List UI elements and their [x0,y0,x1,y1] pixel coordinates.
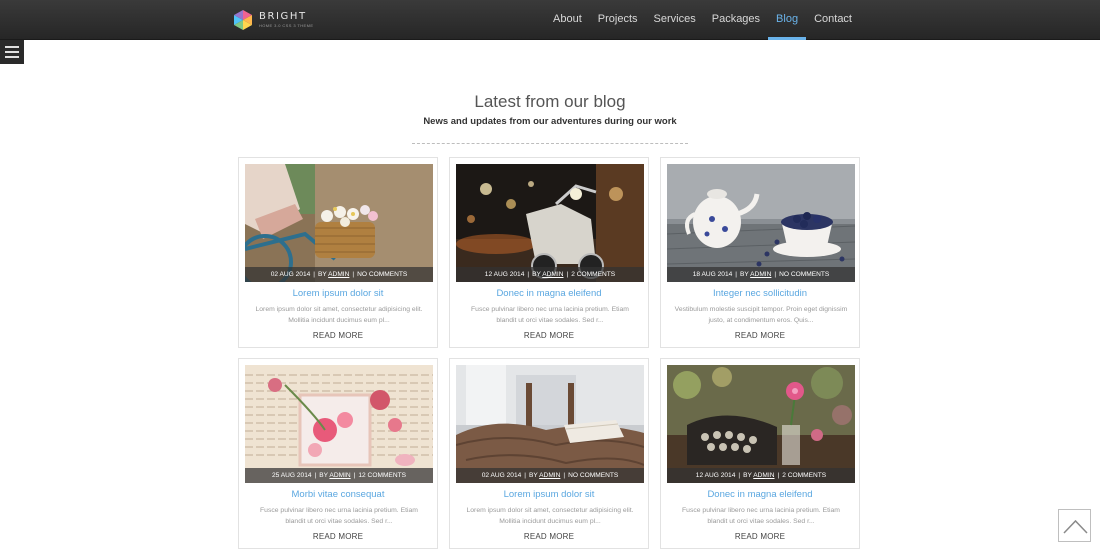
hamburger-icon[interactable] [0,40,24,64]
nav-item-projects[interactable]: Projects [590,0,646,40]
brand-logo[interactable]: BRIGHT HOME 3.0 CSS 3 THEME [232,9,313,31]
post-by: BY [740,271,749,278]
post-meta: 12 AUG 2014 | BY ADMIN | 2 COMMENTS [667,468,855,483]
hamburger-line [5,56,19,58]
post-comments[interactable]: 2 COMMENTS [782,472,826,479]
post-meta: 02 AUG 2014 | BY ADMIN | NO COMMENTS [245,267,433,282]
blog-card: 12 AUG 2014 | BY ADMIN | 2 COMMENTS Donec in… [660,358,860,549]
post-image-scooter-night-street[interactable]: 12 AUG 2014 | BY ADMIN | 2 COMMENTS [456,164,644,282]
post-title-link[interactable]: Morbi vitae consequat [239,489,437,500]
post-excerpt: Fusce pulvinar libero nec urna lacinia p… [682,507,840,525]
post-title-link[interactable]: Lorem ipsum dolor sit [450,489,648,500]
nav-item-services[interactable]: Services [646,0,704,40]
post-image-teapot-blueberries[interactable]: 18 AUG 2014 | BY ADMIN | NO COMMENTS [667,164,855,282]
post-comments[interactable]: NO COMMENTS [568,472,618,479]
post-by: BY [319,472,328,479]
post-excerpt: Lorem ipsum dolor sit amet, consectetur … [255,306,423,324]
post-comments[interactable]: 12 COMMENTS [358,472,406,479]
post-image-book-roses[interactable]: 25 AUG 2014 | BY ADMIN | 12 COMMENTS [245,365,433,483]
post-comments[interactable]: NO COMMENTS [779,271,829,278]
post-date: 02 AUG 2014 [481,472,522,479]
post-excerpt: Fusce pulvinar libero nec urna lacinia p… [260,507,418,525]
nav-item-packages[interactable]: Packages [704,0,768,40]
main-nav: About Projects Services Packages Blog Co… [545,0,860,40]
chevron-up-icon [1063,519,1088,534]
blog-card: 25 AUG 2014 | BY ADMIN | 12 COMMENTS Morbi v… [238,358,438,549]
post-title-link[interactable]: Integer nec sollicitudin [661,288,859,299]
post-comments[interactable]: NO COMMENTS [357,271,407,278]
post-by: BY [318,271,327,278]
post-date: 02 AUG 2014 [270,271,311,278]
post-image-bicycle-basket-flowers[interactable]: 02 AUG 2014 | BY ADMIN | NO COMMENTS [245,164,433,282]
blog-card: 02 AUG 2014 | BY ADMIN | NO COMMENTS Lorem i… [238,157,438,348]
brand-name: BRIGHT [259,11,307,22]
post-by: BY [529,472,538,479]
post-excerpt: Lorem ipsum dolor sit amet, consectetur … [466,507,634,525]
post-date: 12 AUG 2014 [484,271,525,278]
post-image-blanket-chair-book[interactable]: 02 AUG 2014 | BY ADMIN | NO COMMENTS [456,365,644,483]
read-more-link[interactable]: READ MORE [239,331,437,340]
blog-section-header: Latest from our blog News and updates fr… [0,92,1100,127]
post-by: BY [532,271,541,278]
post-author-link[interactable]: ADMIN [328,271,349,278]
post-image-typewriter-flower[interactable]: 12 AUG 2014 | BY ADMIN | 2 COMMENTS [667,365,855,483]
nav-item-contact[interactable]: Contact [806,0,860,40]
blog-card: 12 AUG 2014 | BY ADMIN | 2 COMMENTS Donec in… [449,157,649,348]
post-date: 12 AUG 2014 [695,472,736,479]
read-more-link[interactable]: READ MORE [661,331,859,340]
post-title-link[interactable]: Donec in magna eleifend [450,288,648,299]
brand-tagline: HOME 3.0 CSS 3 THEME [259,23,314,28]
brand-text: BRIGHT HOME 3.0 CSS 3 THEME [259,12,313,28]
post-title-link[interactable]: Donec in magna eleifend [661,489,859,500]
blog-card: 02 AUG 2014 | BY ADMIN | NO COMMENTS Lorem i… [449,358,649,549]
section-title: Latest from our blog [474,92,626,111]
post-excerpt: Fusce pulvinar libero nec urna lacinia p… [471,306,629,324]
post-author-link[interactable]: ADMIN [329,472,350,479]
post-meta: 12 AUG 2014 | BY ADMIN | 2 COMMENTS [456,267,644,282]
read-more-link[interactable]: READ MORE [450,331,648,340]
nav-item-about[interactable]: About [545,0,590,40]
section-divider [412,143,688,144]
back-to-top-button[interactable] [1058,509,1091,542]
read-more-link[interactable]: READ MORE [239,532,437,541]
post-excerpt: Vestibulum molestie suscipit tempor. Pro… [674,306,848,324]
hamburger-line [5,46,19,48]
post-author-link[interactable]: ADMIN [750,271,771,278]
blog-card: 18 AUG 2014 | BY ADMIN | NO COMMENTS Integer… [660,157,860,348]
read-more-link[interactable]: READ MORE [661,532,859,541]
section-subtitle: News and updates from our adventures dur… [423,116,677,127]
post-author-link[interactable]: ADMIN [542,271,563,278]
post-date: 25 AUG 2014 [271,472,312,479]
post-meta: 02 AUG 2014 | BY ADMIN | NO COMMENTS [456,468,644,483]
read-more-link[interactable]: READ MORE [450,532,648,541]
post-comments[interactable]: 2 COMMENTS [571,271,615,278]
post-title-link[interactable]: Lorem ipsum dolor sit [239,288,437,299]
post-meta: 25 AUG 2014 | BY ADMIN | 12 COMMENTS [245,468,433,483]
top-navbar: BRIGHT HOME 3.0 CSS 3 THEME About Projec… [0,0,1100,40]
hexagon-logo-icon [234,10,252,30]
post-author-link[interactable]: ADMIN [539,472,560,479]
post-author-link[interactable]: ADMIN [753,472,774,479]
post-date: 18 AUG 2014 [692,271,733,278]
nav-item-blog[interactable]: Blog [768,0,807,40]
post-by: BY [743,472,752,479]
hamburger-line [5,51,19,53]
post-meta: 18 AUG 2014 | BY ADMIN | NO COMMENTS [667,267,855,282]
